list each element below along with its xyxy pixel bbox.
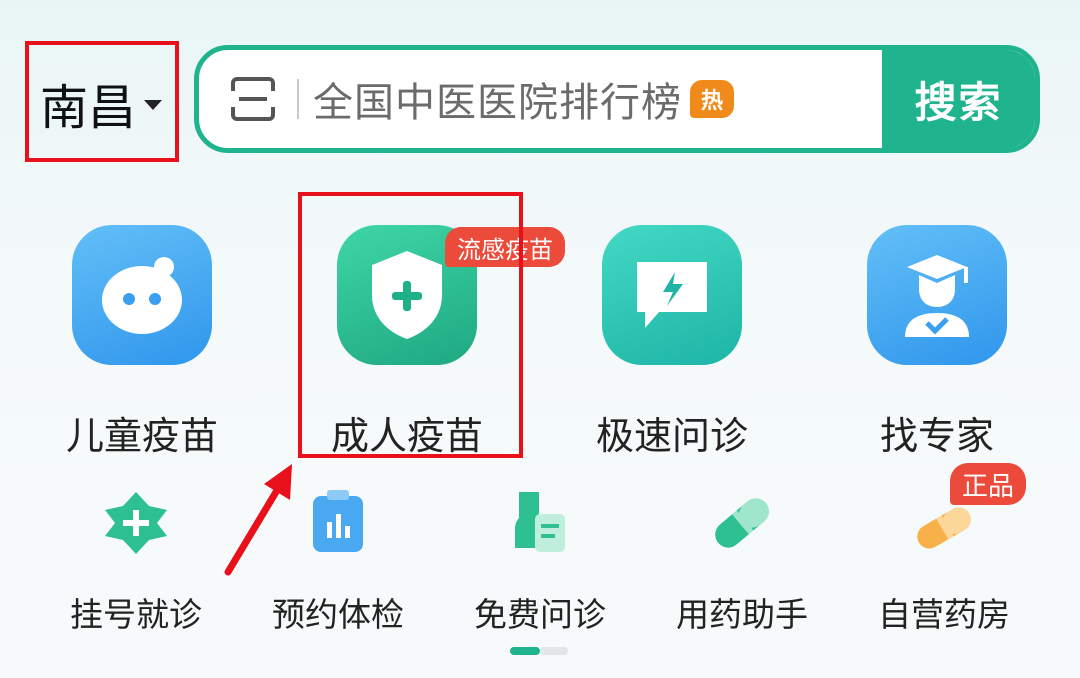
- stethoscope-doc-icon: [505, 488, 575, 558]
- entry-label: 用药助手: [676, 595, 808, 634]
- genuine-badge: 正品: [950, 463, 1027, 505]
- entry-pharmacy[interactable]: 自营药房: [844, 488, 1044, 636]
- pill-capsule-icon: [707, 488, 777, 558]
- page-indicator: [510, 647, 568, 655]
- search-placeholder[interactable]: 全国中医医院排行榜: [313, 70, 682, 128]
- entry-label: 免费问诊: [474, 595, 606, 634]
- entry-quick-consult[interactable]: 极速问诊: [572, 225, 772, 460]
- search-bar[interactable]: 全国中医医院排行榜 热 搜索: [194, 45, 1040, 153]
- page-dot-active: [510, 647, 540, 655]
- doctor-graduate-icon: [867, 225, 1007, 365]
- entry-label: 找专家: [879, 414, 994, 458]
- entry-label: 儿童疫苗: [65, 414, 218, 458]
- clipboard-chart-icon: [303, 488, 373, 558]
- entry-label: 预约体检: [272, 595, 404, 634]
- page-dot: [540, 647, 568, 655]
- highlight-box-city: [25, 41, 179, 162]
- entry-free-consult[interactable]: 免费问诊: [440, 488, 640, 636]
- entry-medication-helper[interactable]: 用药助手: [642, 488, 842, 636]
- entry-label: 挂号就诊: [70, 595, 202, 634]
- hot-badge: 热: [690, 80, 734, 118]
- search-divider: [297, 79, 299, 119]
- highlight-box-adult-vaccine: [298, 192, 523, 458]
- entry-checkup[interactable]: 预约体检: [238, 488, 438, 636]
- entry-label: 极速问诊: [595, 414, 748, 458]
- baby-face-icon: [72, 225, 212, 365]
- search-button[interactable]: 搜索: [882, 50, 1035, 148]
- scan-icon[interactable]: [227, 73, 279, 125]
- entry-find-expert[interactable]: 找专家: [837, 225, 1037, 460]
- entry-label: 自营药房: [878, 595, 1010, 634]
- entry-child-vaccine[interactable]: 儿童疫苗: [42, 225, 242, 460]
- medical-cross-icon: [101, 488, 171, 558]
- entry-registration[interactable]: 挂号就诊: [36, 488, 236, 636]
- chat-lightning-icon: [602, 225, 742, 365]
